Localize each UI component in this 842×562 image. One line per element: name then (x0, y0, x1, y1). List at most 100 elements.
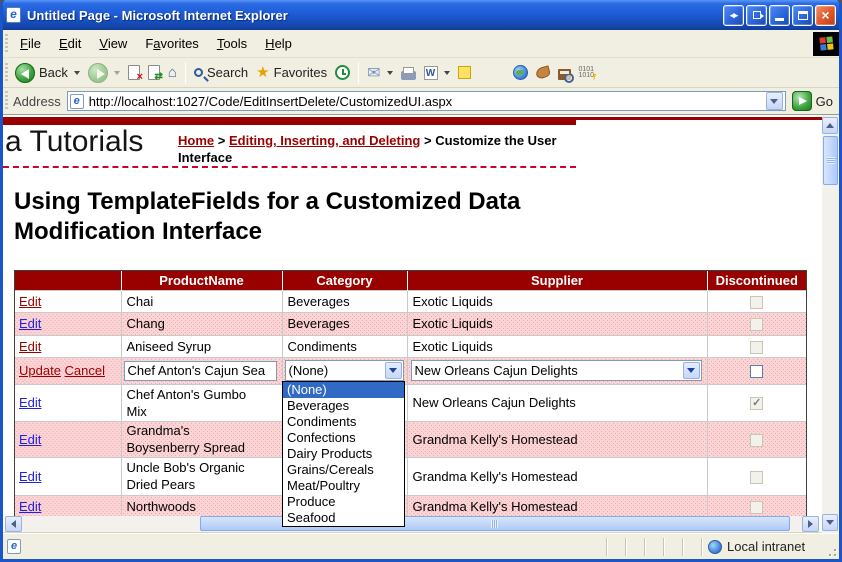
category-select-arrow[interactable] (385, 362, 402, 379)
edit-with-word-button[interactable]: W (420, 64, 454, 82)
chevron-up-icon (826, 123, 834, 128)
favorites-button[interactable]: ★Favorites (252, 63, 331, 83)
back-dropdown-icon (74, 71, 80, 75)
addressbar-grip[interactable] (5, 91, 8, 111)
split-view-button[interactable]: ◂▸ (723, 5, 744, 26)
menu-tools[interactable]: Tools (208, 33, 256, 54)
dropdown-option[interactable]: Produce (283, 494, 404, 510)
address-label: Address (13, 94, 61, 109)
supplier-cell: Exotic Liquids (407, 312, 707, 335)
address-dropdown-button[interactable] (766, 92, 783, 110)
mail-button[interactable]: ✉ (363, 61, 396, 85)
browser-window: e Untitled Page - Microsoft Internet Exp… (0, 0, 842, 562)
globe-tool-icon (513, 65, 528, 80)
dropdown-option[interactable]: Seafood (283, 510, 404, 526)
breadcrumb-separator: > (218, 133, 226, 148)
scroll-down-button[interactable] (822, 514, 838, 531)
supplier-select[interactable]: New Orleans Cajun Delights (411, 360, 702, 381)
discontinued-checkbox[interactable] (750, 365, 763, 378)
minimize-button[interactable] (769, 5, 790, 26)
note-icon (458, 66, 471, 79)
product-name: Grandma's Boysenberry Spread (127, 422, 259, 456)
window-title: Untitled Page - Microsoft Internet Explo… (27, 8, 723, 23)
mail-icon: ✉ (367, 63, 380, 83)
edit-link[interactable]: Edit (19, 339, 41, 354)
edit-link[interactable]: Edit (19, 316, 41, 331)
menu-edit[interactable]: Edit (50, 33, 90, 54)
cancel-link[interactable]: Cancel (65, 363, 105, 378)
bird-icon (534, 65, 550, 79)
dropdown-option[interactable]: Grains/Cereals (283, 462, 404, 478)
home-button[interactable]: ⌂ (164, 63, 181, 83)
menu-file[interactable]: File (11, 33, 50, 54)
supplier-select-arrow[interactable] (683, 362, 700, 379)
table-header-row: ProductName Category Supplier Discontinu… (15, 271, 806, 290)
stop-button[interactable]: × (124, 63, 144, 82)
resize-grip[interactable] (825, 534, 839, 559)
research-button[interactable] (509, 63, 532, 82)
vertical-scroll-thumb[interactable] (823, 136, 838, 185)
refresh-button[interactable]: ⇄ (144, 63, 164, 82)
page-icon: e (70, 94, 84, 109)
menu-favorites[interactable]: Favorites (136, 33, 207, 54)
menubar-grip[interactable] (5, 34, 8, 54)
dropdown-option[interactable]: Beverages (283, 398, 404, 414)
supplier-cell: Grandma Kelly's Homestead (407, 421, 707, 457)
chevron-down-icon (687, 368, 695, 373)
print-icon (401, 71, 416, 80)
discuss-button[interactable] (454, 64, 475, 81)
product-name-input[interactable]: Chef Anton's Cajun Sea (124, 361, 277, 381)
supplier-cell: Exotic Liquids (407, 335, 707, 357)
history-button[interactable] (331, 63, 354, 82)
horizontal-scrollbar[interactable] (5, 516, 819, 532)
dropdown-option[interactable]: Condiments (283, 414, 404, 430)
address-url[interactable]: http://localhost:1027/Code/EditInsertDel… (89, 94, 766, 109)
zone-label: Local intranet (727, 539, 805, 554)
edit-link[interactable]: Edit (19, 469, 41, 484)
edit-link[interactable]: Edit (19, 499, 41, 514)
go-label[interactable]: Go (816, 94, 833, 109)
menu-help[interactable]: Help (256, 33, 301, 54)
dropdown-option[interactable]: (None) (283, 382, 404, 398)
scroll-right-button[interactable] (802, 516, 819, 532)
close-icon: × (821, 7, 829, 23)
title-bar[interactable]: e Untitled Page - Microsoft Internet Exp… (0, 0, 842, 30)
address-input[interactable]: e http://localhost:1027/Code/EditInsertD… (67, 91, 786, 111)
breadcrumb-section-link[interactable]: Editing, Inserting, and Deleting (229, 133, 420, 148)
forward-icon (88, 63, 108, 83)
vertical-scrollbar[interactable] (822, 115, 839, 533)
print-button[interactable] (397, 64, 420, 82)
dropdown-option[interactable]: Confections (283, 430, 404, 446)
back-button[interactable]: Back (11, 61, 84, 85)
status-page-icon: e (7, 539, 21, 554)
go-button[interactable] (792, 91, 812, 111)
scroll-left-button[interactable] (5, 516, 22, 532)
category-select[interactable]: (None) (285, 360, 404, 381)
dropdown-option[interactable]: Meat/Poultry (283, 478, 404, 494)
search-button[interactable]: Search (190, 63, 252, 82)
toolbar-grip[interactable] (5, 63, 8, 83)
chevron-right-icon (808, 520, 813, 528)
popout-button[interactable] (746, 5, 767, 26)
edit-link[interactable]: Edit (19, 432, 41, 447)
addon-messenger-button[interactable]: 0101 1010 (575, 65, 597, 81)
addon-reference-button[interactable] (554, 64, 575, 82)
forward-button[interactable] (84, 61, 124, 85)
maximize-icon (798, 11, 808, 20)
table-row: Edit Chang Beverages Exotic Liquids (15, 312, 806, 335)
maximize-button[interactable] (792, 5, 813, 26)
dropdown-option[interactable]: Dairy Products (283, 446, 404, 462)
edit-link[interactable]: Edit (19, 395, 41, 410)
breadcrumb-home-link[interactable]: Home (178, 133, 214, 148)
addon-bird-button[interactable] (532, 65, 554, 80)
category-dropdown-list: (None) Beverages Condiments Confections … (282, 381, 405, 527)
update-link[interactable]: Update (19, 363, 61, 378)
scroll-up-button[interactable] (822, 117, 838, 134)
word-icon: W (424, 66, 438, 80)
menu-view[interactable]: View (90, 33, 136, 54)
discontinued-checkbox (750, 471, 763, 484)
status-pane (625, 538, 644, 556)
home-icon: ⌂ (168, 65, 177, 81)
close-button[interactable]: × (815, 5, 836, 26)
edit-link[interactable]: Edit (19, 294, 41, 309)
